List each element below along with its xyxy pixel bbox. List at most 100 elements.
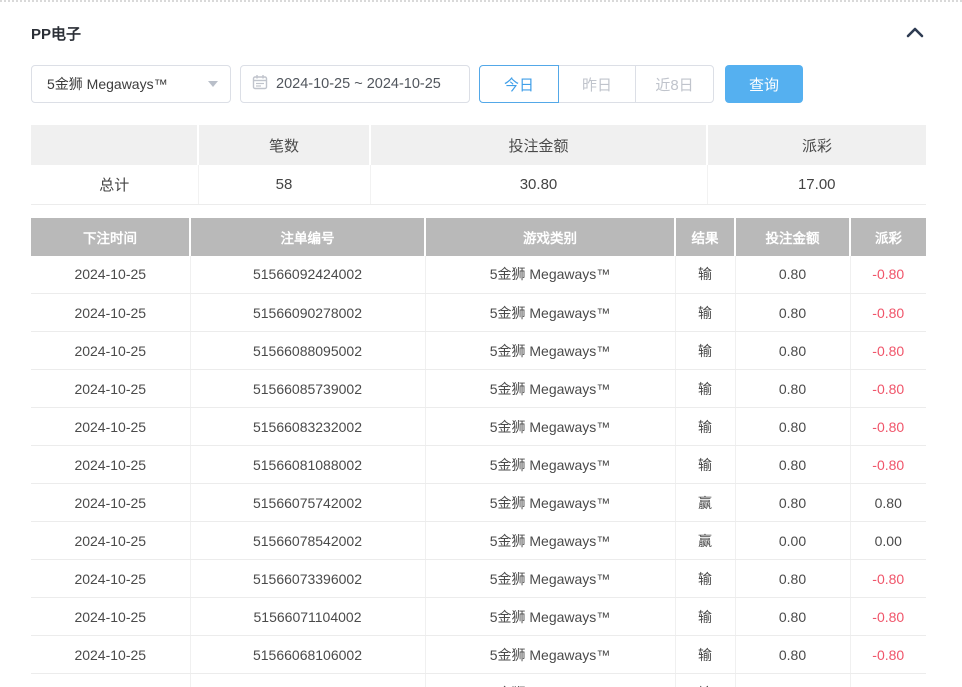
quick-filter-today-button[interactable]: 今日	[479, 65, 559, 103]
result-cell: 输	[675, 408, 735, 446]
game-type-cell: 5金狮 Megaways™	[425, 332, 675, 370]
payout-cell: 0.00	[850, 522, 926, 560]
bet-time-cell: 2024-10-25	[31, 294, 190, 332]
bet-time-cell: 2024-10-25	[31, 370, 190, 408]
table-row: 2024-10-25515660711040025金狮 Megaways™输0.…	[31, 598, 926, 636]
result-cell: 输	[675, 294, 735, 332]
payout-cell: 0.80	[850, 484, 926, 522]
game-select[interactable]: 5金狮 Megaways™	[31, 65, 231, 103]
game-type-cell: 5金狮 Megaways™	[425, 408, 675, 446]
order-id-cell: 51566073396002	[190, 560, 425, 598]
panel-title: PP电子	[31, 23, 81, 44]
summary-table: 笔数投注金额派彩 总计5830.8017.00	[31, 125, 926, 205]
bet-time-cell: 2024-10-25	[31, 598, 190, 636]
result-cell: 输	[675, 636, 735, 674]
order-id-cell: 51566092424002	[190, 256, 425, 294]
order-id-cell: 51566078542002	[190, 522, 425, 560]
header-payout: 派彩	[850, 218, 926, 256]
query-button[interactable]: 查询	[725, 65, 803, 103]
game-type-cell: 5金狮 Megaways™	[425, 484, 675, 522]
order-id-cell: 51566068106002	[190, 636, 425, 674]
order-id-cell: 51566085739002	[190, 370, 425, 408]
result-cell: 输	[675, 674, 735, 687]
bet-time-cell: 2024-10-25	[31, 256, 190, 294]
summary-header-blank	[31, 125, 198, 165]
game-select-value: 5金狮 Megaways™	[47, 74, 202, 94]
bet-amount-cell: 0.80	[735, 370, 850, 408]
chevron-up-icon	[905, 27, 925, 42]
date-range-input[interactable]: 2024-10-25 ~ 2024-10-25	[240, 65, 470, 103]
table-row: 2024-10-25515660810880025金狮 Megaways™输0.…	[31, 446, 926, 484]
pp-electronic-panel: PP电子 5金狮 Megaways™	[0, 0, 962, 687]
table-row: 2024-10-25515660880950025金狮 Megaways™输0.…	[31, 332, 926, 370]
game-type-cell: 5金狮 Megaways™	[425, 446, 675, 484]
bets-header-row: 下注时间注单编号游戏类别结果投注金额派彩	[31, 218, 926, 256]
table-row: 2024-10-25515660785420025金狮 Megaways™赢0.…	[31, 522, 926, 560]
header-order-id: 注单编号	[190, 218, 425, 256]
bet-time-cell: 2024-10-25	[31, 674, 190, 687]
bet-time-cell: 2024-10-25	[31, 636, 190, 674]
bet-amount-cell: 0.80	[735, 598, 850, 636]
order-id-cell: 51566090278002	[190, 294, 425, 332]
order-id-cell: 51566083232002	[190, 408, 425, 446]
bet-time-cell: 2024-10-25	[31, 446, 190, 484]
game-type-cell: 5金狮 Megaways™	[425, 370, 675, 408]
summary-header-row: 笔数投注金额派彩	[31, 125, 926, 165]
bet-amount-cell: 0.80	[735, 332, 850, 370]
collapse-button[interactable]	[905, 25, 925, 41]
order-id-cell: 51566065848002	[190, 674, 425, 687]
table-row: 2024-10-25515660757420025金狮 Megaways™赢0.…	[31, 484, 926, 522]
result-cell: 输	[675, 256, 735, 294]
result-cell: 输	[675, 332, 735, 370]
header-game-type: 游戏类别	[425, 218, 675, 256]
game-type-cell: 5金狮 Megaways™	[425, 674, 675, 687]
game-type-cell: 5金狮 Megaways™	[425, 636, 675, 674]
bets-body: 2024-10-25515660924240025金狮 Megaways™输0.…	[31, 256, 926, 687]
result-cell: 输	[675, 370, 735, 408]
order-id-cell: 51566071104002	[190, 598, 425, 636]
result-cell: 输	[675, 560, 735, 598]
game-type-cell: 5金狮 Megaways™	[425, 294, 675, 332]
table-row: 2024-10-25515660902780025金狮 Megaways™输0.…	[31, 294, 926, 332]
payout-cell: -0.80	[850, 256, 926, 294]
quick-filter-yesterday-button[interactable]: 昨日	[558, 65, 636, 103]
filter-bar: 5金狮 Megaways™ 2024-10-25 ~ 2024-10-25 今日…	[31, 65, 931, 103]
result-cell: 赢	[675, 484, 735, 522]
bet-amount-cell: 0.80	[735, 636, 850, 674]
quick-date-button-group: 今日 昨日 近8日	[479, 65, 714, 103]
payout-cell: -0.80	[850, 446, 926, 484]
date-range-value: 2024-10-25 ~ 2024-10-25	[276, 76, 441, 92]
bet-amount-cell: 0.80	[735, 256, 850, 294]
bets-table: 下注时间注单编号游戏类别结果投注金额派彩 2024-10-25515660924…	[31, 218, 926, 687]
payout-cell: -0.80	[850, 598, 926, 636]
game-type-cell: 5金狮 Megaways™	[425, 256, 675, 294]
table-row: 2024-10-25515660681060025金狮 Megaways™输0.…	[31, 636, 926, 674]
table-row: 2024-10-25515660658480025金狮 Megaways™输0.…	[31, 674, 926, 687]
payout-cell: -0.80	[850, 294, 926, 332]
quick-filter-last8days-button[interactable]: 近8日	[635, 65, 714, 103]
header-bet-time: 下注时间	[31, 218, 190, 256]
summary-body: 总计5830.8017.00	[31, 165, 926, 204]
result-cell: 输	[675, 446, 735, 484]
summary-bet-amount-value: 30.80	[370, 165, 707, 204]
bet-time-cell: 2024-10-25	[31, 332, 190, 370]
game-type-cell: 5金狮 Megaways™	[425, 560, 675, 598]
bet-amount-cell: 0.00	[735, 522, 850, 560]
bet-amount-cell: 0.80	[735, 484, 850, 522]
summary-header-bet-amount: 投注金额	[370, 125, 707, 165]
result-cell: 赢	[675, 522, 735, 560]
header-result: 结果	[675, 218, 735, 256]
payout-cell: -0.80	[850, 332, 926, 370]
payout-cell: -0.80	[850, 370, 926, 408]
bet-amount-cell: 0.80	[735, 408, 850, 446]
panel-header: PP电子	[31, 24, 931, 42]
table-row: 2024-10-25515660857390025金狮 Megaways™输0.…	[31, 370, 926, 408]
table-row: 2024-10-25515660733960025金狮 Megaways™输0.…	[31, 560, 926, 598]
order-id-cell: 51566088095002	[190, 332, 425, 370]
chevron-down-icon	[208, 81, 218, 87]
summary-payout-value: 17.00	[707, 165, 926, 204]
summary-header-payout: 派彩	[707, 125, 926, 165]
result-cell: 输	[675, 598, 735, 636]
summary-header-count: 笔数	[198, 125, 370, 165]
order-id-cell: 51566075742002	[190, 484, 425, 522]
